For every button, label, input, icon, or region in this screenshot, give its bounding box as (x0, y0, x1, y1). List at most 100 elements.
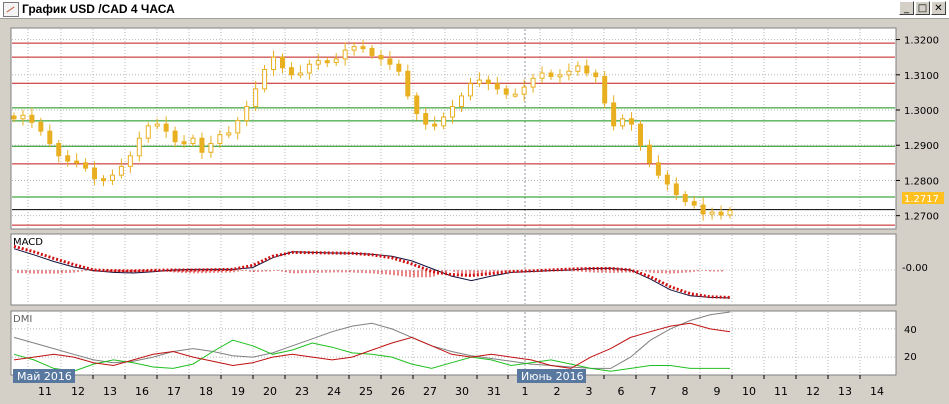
time-tick-label: 19 (231, 385, 245, 398)
time-tick-label: 27 (423, 385, 437, 398)
candle-body (172, 130, 178, 143)
time-tick-label: 24 (327, 385, 341, 398)
minimize-button[interactable]: _ (899, 1, 914, 15)
candle-body (727, 209, 733, 216)
time-tick-label: 25 (359, 385, 373, 398)
candle-body (92, 167, 98, 180)
candle-body (351, 46, 357, 51)
candle-body (575, 65, 581, 72)
candle-body (271, 56, 277, 71)
candle-body (450, 105, 456, 118)
candle-body (521, 86, 527, 95)
candle-body (226, 132, 232, 136)
candle-body (476, 79, 482, 85)
candle-body (20, 114, 26, 120)
candle-body (29, 114, 35, 123)
candle-body (217, 134, 223, 144)
candle-body (101, 178, 106, 182)
macd-zero-tick: -0.00 (902, 263, 928, 274)
candle-body (360, 46, 366, 50)
time-tick-label: 12 (71, 385, 85, 398)
candle-body (638, 123, 643, 146)
price-tick-label: 1.2800 (904, 176, 939, 187)
chart-window: График USD /CAD 4 ЧАСА _ □ ✕ 1.3200 1.310… (0, 0, 949, 404)
time-tick-label: 6 (618, 385, 625, 398)
candle-body (74, 160, 80, 164)
dmi-tick-20: 20 (904, 352, 917, 363)
candle-body (163, 123, 169, 132)
candle-body (441, 116, 447, 127)
candle-body (620, 118, 626, 127)
time-tick-label: 31 (487, 385, 501, 398)
candle-body (83, 162, 89, 169)
price-tick-label: 1.2700 (904, 212, 939, 223)
candle-body (262, 69, 268, 90)
price-tick-label: 1.3200 (904, 36, 939, 47)
current-price-label: 1.2717 (904, 194, 939, 205)
candle-body (65, 155, 71, 162)
month-tag-label: Май 2016 (17, 370, 72, 383)
candle-body (503, 88, 509, 95)
candle-body (253, 88, 259, 107)
candle-body (47, 130, 53, 144)
candle-body (467, 83, 473, 97)
price-panel[interactable] (10, 27, 897, 230)
dmi-tick-40: 40 (904, 325, 917, 336)
candle-body (324, 60, 330, 64)
candle-body (548, 72, 554, 78)
candle-body (593, 72, 599, 78)
chart-area[interactable]: 1.3200 1.3100 1.3000 1.2900 1.2800 1.2700 1.2… (0, 19, 949, 404)
candle-body (387, 58, 393, 65)
candle-body (655, 162, 661, 176)
price-tick-label: 1.3000 (904, 106, 939, 117)
candle-body (145, 125, 151, 139)
time-tick-label: 11 (38, 385, 52, 398)
time-tick-label: 13 (838, 385, 852, 398)
candle-body (414, 95, 420, 115)
candle-body (208, 142, 214, 153)
candle-body (432, 123, 438, 127)
candle-body (700, 204, 706, 215)
candle-body (109, 174, 115, 181)
candle-body (602, 76, 608, 104)
candle-body (611, 102, 617, 127)
candle-body (181, 141, 187, 145)
time-tick-label: 13 (103, 385, 117, 398)
time-tick-label: 23 (295, 385, 309, 398)
candle-body (56, 142, 62, 157)
time-tick-label: 1 (522, 385, 529, 398)
restore-button[interactable]: □ (915, 1, 930, 15)
candle-body (682, 194, 688, 203)
candle-body (423, 113, 429, 125)
candle-body (646, 144, 652, 164)
price-tick-label: 1.2900 (904, 141, 939, 152)
time-tick-label: 8 (682, 385, 689, 398)
candle-body (306, 63, 312, 74)
close-button[interactable]: ✕ (931, 1, 946, 15)
candle-body (664, 174, 670, 185)
candle-body (539, 72, 545, 79)
candle-body (154, 123, 160, 127)
time-tick-label: 30 (455, 385, 469, 398)
candle-body (485, 79, 491, 85)
candle-body (629, 118, 635, 125)
candle-body (190, 137, 196, 144)
candle-body (297, 72, 303, 76)
time-tick-label: 9 (714, 385, 721, 398)
candle-body (333, 58, 339, 63)
candle-body (718, 211, 724, 216)
macd-title: MACD (13, 237, 43, 248)
time-tick-label: 11 (774, 385, 788, 398)
candle-body (691, 201, 697, 206)
chart-window-icon (3, 2, 19, 17)
candle-body (280, 56, 285, 69)
window-title: График USD /CAD 4 ЧАСА (22, 2, 175, 16)
time-tick-label: 14 (870, 385, 884, 398)
candle-body (378, 54, 384, 60)
time-tick-label: 20 (263, 385, 277, 398)
candle-body (584, 65, 590, 74)
candle-body (315, 60, 321, 65)
time-tick-label: 12 (806, 385, 820, 398)
candle-body (244, 105, 250, 122)
title-bar[interactable]: График USD /CAD 4 ЧАСА _ □ ✕ (0, 0, 949, 19)
